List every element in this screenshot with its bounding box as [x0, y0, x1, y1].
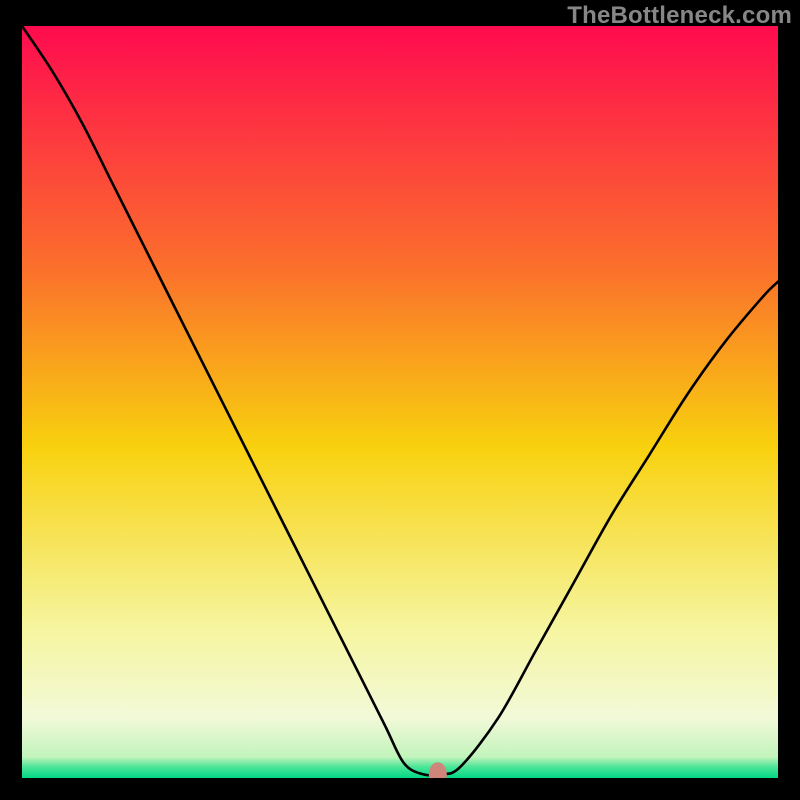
plot-area: [22, 26, 778, 778]
chart-svg: [22, 26, 778, 778]
gradient-background: [22, 26, 778, 778]
chart-frame: TheBottleneck.com: [0, 0, 800, 800]
